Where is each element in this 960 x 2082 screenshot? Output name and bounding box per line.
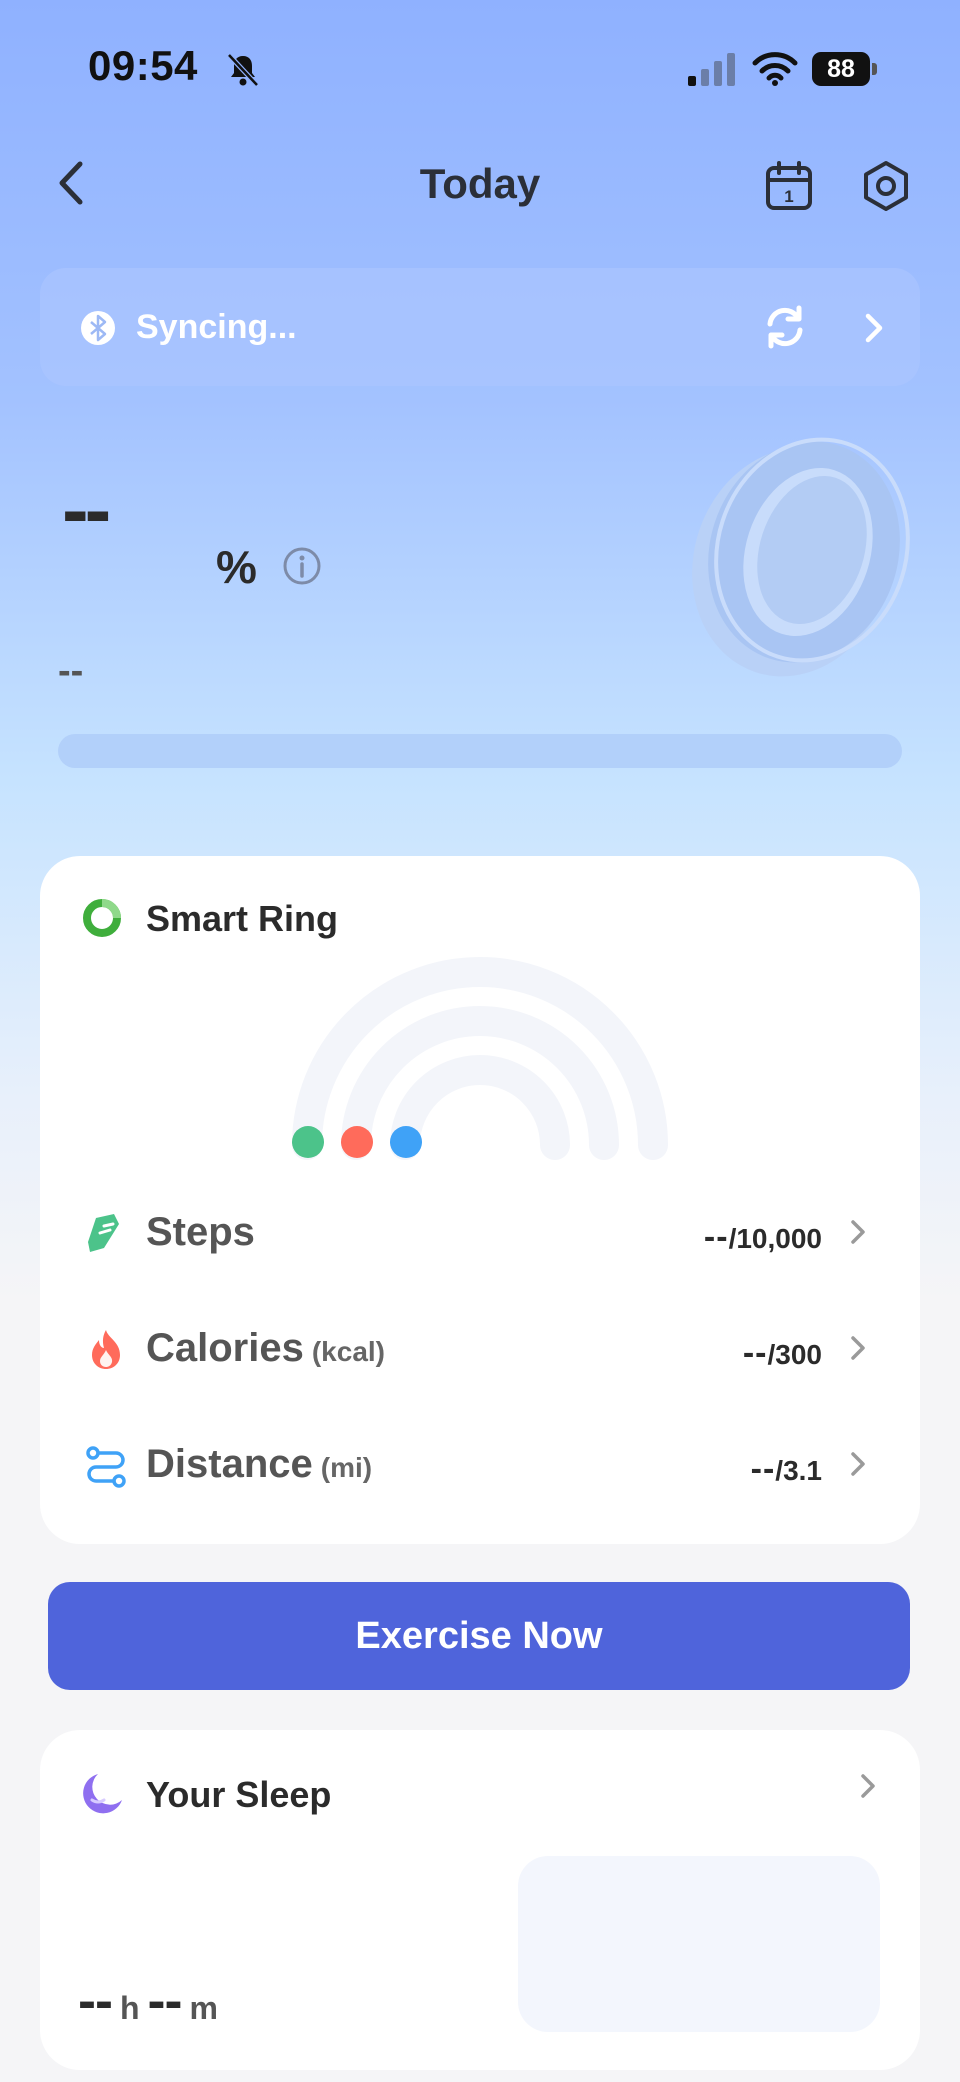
bell-muted-icon [227,53,259,87]
steps-label: Steps [146,1210,255,1254]
calendar-icon[interactable]: 1 [764,160,814,212]
readiness-subtitle: -- [58,650,84,692]
svg-text:1: 1 [784,187,793,206]
distance-value: --/3.1 [750,1450,822,1488]
activity-rings-chart [292,957,668,1160]
bluetooth-icon [81,311,115,345]
page-title: Today [419,160,541,207]
steps-ring-dot [292,1126,324,1158]
calories-label: Calories (kcal) [146,1326,386,1370]
battery-indicator: 88 [812,52,878,86]
chevron-right-icon[interactable] [858,1770,878,1802]
status-time: 09:54 [88,42,198,89]
chevron-right-icon[interactable] [848,1448,868,1480]
sleep-title: Your Sleep [146,1774,332,1815]
info-icon[interactable] [282,546,322,586]
chevron-right-icon[interactable] [848,1332,868,1364]
route-icon [86,1446,126,1488]
readiness-unit: % [216,541,257,593]
calories-value: --/300 [742,1334,822,1372]
refresh-icon[interactable] [762,304,808,350]
distance-ring-dot [390,1126,422,1158]
smart-ring-image [692,437,910,677]
chevron-right-icon[interactable] [860,310,886,346]
readiness-value: -- [62,465,111,554]
ring-status-icon [83,899,121,937]
sleep-duration: -- h -- m [78,1971,218,2031]
shoe-icon [88,1214,119,1252]
moon-icon [83,1774,122,1814]
sleep-chart-placeholder [518,1856,880,2032]
sync-status-text: Syncing... [136,308,297,346]
calories-ring-dot [341,1126,373,1158]
readiness-progress-track [58,734,902,768]
chevron-right-icon[interactable] [848,1216,868,1248]
smart-ring-title: Smart Ring [146,898,339,939]
distance-label: Distance (mi) [146,1442,373,1486]
cellular-signal-icon [688,53,735,86]
settings-icon[interactable] [860,160,912,212]
wifi-icon [752,52,798,86]
flame-icon [92,1330,120,1369]
exercise-now-button[interactable]: Exercise Now [48,1582,910,1690]
battery-level: 88 [812,52,870,86]
steps-value: --/10,000 [703,1218,822,1256]
